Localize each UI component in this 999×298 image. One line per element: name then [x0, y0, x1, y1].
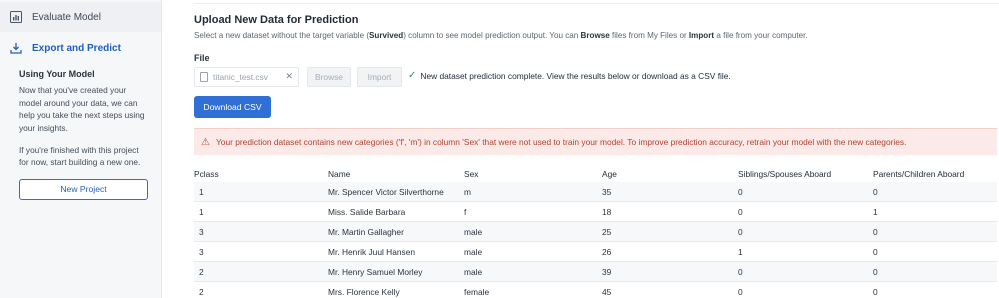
table-cell: 1: [873, 206, 878, 217]
column-header: Parents/Children Aboard: [873, 169, 965, 179]
table-cell: Mr. Henry Samuel Morley: [328, 266, 423, 277]
page-title: Upload New Data for Prediction: [194, 14, 359, 26]
check-icon: ✓: [408, 70, 417, 81]
success-text: New dataset prediction complete. View th…: [420, 70, 731, 81]
new-project-button[interactable]: New Project: [19, 178, 148, 200]
import-button[interactable]: Import: [357, 67, 402, 87]
table-cell: 0: [873, 266, 878, 277]
warning-text: Your prediction dataset contains new cat…: [215, 137, 907, 147]
table-cell: Mrs. Florence Kelly: [328, 286, 400, 297]
table-cell: f: [464, 206, 467, 217]
table-cell: 3: [199, 246, 204, 257]
table-header: Pclass Name Sex Age Siblings/Spouses Abo…: [194, 166, 997, 182]
table-row: 3 Mr. Martin Gallagher male 25 0 0: [194, 222, 997, 242]
info-text: Now that you've created your model aroun…: [19, 85, 145, 133]
table-cell: female: [464, 286, 490, 297]
warning-icon: ⚠: [201, 136, 210, 148]
table-row: 2 Mr. Henry Samuel Morley male 39 0 0: [194, 262, 997, 282]
table-cell: 1: [199, 186, 204, 197]
table-cell: 18: [602, 206, 612, 217]
divider: [194, 3, 999, 4]
table-cell: Mr. Martin Gallagher: [328, 226, 404, 237]
file-icon: [200, 72, 208, 82]
table-row: 2 Mrs. Florence Kelly female 45 0 0: [194, 282, 997, 298]
using-model-panel: Using Your Model Now that you've created…: [0, 63, 161, 169]
table-cell: 2: [199, 266, 204, 277]
main-panel: Upload New Data for Prediction Select a …: [194, 0, 999, 298]
table-cell: male: [464, 266, 483, 277]
column-header: Name: [328, 169, 351, 179]
table-cell: Miss. Salide Barbara: [328, 206, 406, 217]
table-row: 1 Miss. Salide Barbara f 18 0 1: [194, 202, 997, 222]
subtitle-text: a file from your computer.: [714, 31, 808, 40]
file-name: titanic_test.csv: [213, 72, 268, 82]
info-title: Using Your Model: [19, 69, 95, 79]
table-cell: 1: [199, 206, 204, 217]
table-cell: 0: [738, 266, 743, 277]
column-header: Siblings/Spouses Aboard: [738, 169, 832, 179]
download-csv-button[interactable]: Download CSV: [194, 96, 271, 118]
table-cell: 35: [602, 186, 612, 197]
table-cell: 0: [738, 206, 743, 217]
warning-banner: ⚠ Your prediction dataset contains new c…: [194, 128, 997, 155]
subtitle-text: ) column to see model prediction output.…: [403, 31, 581, 40]
sidebar: Evaluate Model Export and Predict Using …: [0, 0, 162, 298]
table-cell: 2: [199, 286, 204, 297]
table-cell: 1: [738, 246, 743, 257]
subtitle-emphasis: Browse: [580, 31, 610, 40]
browse-button[interactable]: Browse: [307, 67, 351, 87]
table-row: 1 Mr. Spencer Victor Silverthorne m 35 0 0: [194, 182, 997, 202]
page-subtitle: Select a new dataset without the target …: [194, 31, 808, 40]
table-cell: 0: [738, 286, 743, 297]
prediction-table: Pclass Name Sex Age Siblings/Spouses Abo…: [194, 166, 997, 298]
subtitle-emphasis: Survived: [369, 31, 404, 40]
table-cell: 0: [738, 186, 743, 197]
column-header: Age: [602, 169, 617, 179]
table-cell: male: [464, 226, 483, 237]
table-cell: 0: [873, 286, 878, 297]
table-body: 1 Mr. Spencer Victor Silverthorne m 35 0 0 1 Mi…: [194, 182, 997, 298]
app-root: Evaluate Model Export and Predict Using …: [0, 0, 999, 298]
table-cell: 25: [602, 226, 612, 237]
subtitle-text: files from My Files or: [609, 31, 689, 40]
table-cell: 0: [873, 186, 878, 197]
subtitle-text: Select a new dataset without the target …: [194, 31, 370, 40]
table-row: 3 Mr. Henrik Juul Hansen male 26 1 0: [194, 242, 997, 262]
column-header: Pclass: [194, 169, 219, 179]
file-label: File: [194, 53, 210, 63]
file-field[interactable]: titanic_test.csv ✕: [194, 67, 299, 87]
table-cell: male: [464, 246, 483, 257]
chart-icon: [10, 11, 22, 23]
subtitle-emphasis: Import: [688, 31, 715, 40]
close-icon[interactable]: ✕: [285, 71, 293, 82]
sidebar-item-export-and-predict[interactable]: Export and Predict: [0, 33, 161, 63]
table-cell: 0: [873, 246, 878, 257]
table-cell: Mr. Henrik Juul Hansen: [328, 246, 416, 257]
table-cell: Mr. Spencer Victor Silverthorne: [328, 186, 444, 197]
table-cell: 39: [602, 266, 612, 277]
export-icon: [10, 43, 22, 54]
table-cell: 3: [199, 226, 204, 237]
table-cell: m: [464, 186, 471, 197]
table-cell: 45: [602, 286, 612, 297]
info-text-secondary: If you're finished with this project for…: [19, 145, 141, 168]
sidebar-item-label: Evaluate Model: [32, 11, 101, 23]
sidebar-item-label: Export and Predict: [32, 42, 121, 54]
table-cell: 0: [873, 226, 878, 237]
table-cell: 0: [738, 226, 743, 237]
sidebar-item-evaluate-model[interactable]: Evaluate Model: [0, 2, 161, 32]
column-header: Sex: [464, 169, 479, 179]
success-message: ✓ New dataset prediction complete. View …: [408, 70, 731, 81]
table-cell: 26: [602, 246, 612, 257]
